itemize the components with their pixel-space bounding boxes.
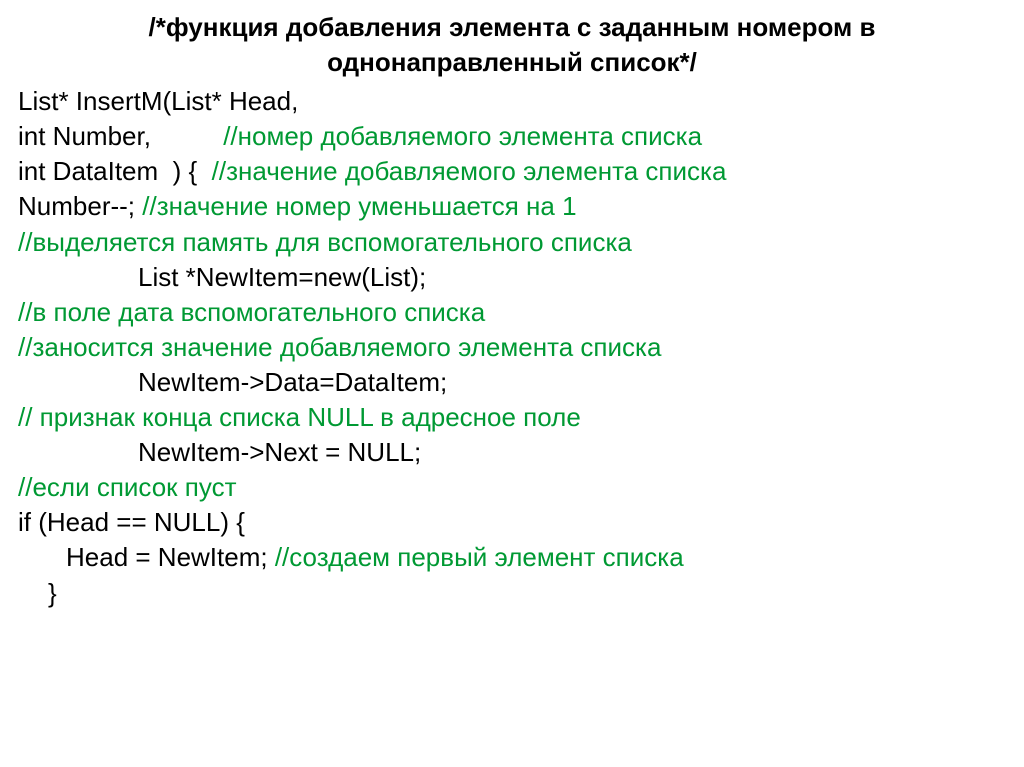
comment-text: //если список пуст bbox=[18, 472, 236, 502]
comment-text: //создаем первый элемент списка bbox=[275, 542, 684, 572]
header-line2: однонаправленный список*/ bbox=[327, 47, 697, 77]
code-text: NewItem->Next = NULL; bbox=[138, 437, 421, 467]
code-line-4: Number--; //значение номер уменьшается н… bbox=[18, 189, 1006, 224]
code-line-11: NewItem->Next = NULL; bbox=[18, 435, 1006, 470]
comment-text: // признак конца списка NULL в адресное … bbox=[18, 402, 581, 432]
code-text: int DataItem ) { bbox=[18, 156, 212, 186]
comment-text: //значение номер уменьшается на 1 bbox=[142, 191, 576, 221]
code-text: List* InsertM(List* Head, bbox=[18, 86, 298, 116]
code-line-12: //если список пуст bbox=[18, 470, 1006, 505]
code-line-9: NewItem->Data=DataItem; bbox=[18, 365, 1006, 400]
code-line-15: } bbox=[18, 576, 1006, 611]
comment-text: //в поле дата вспомогательного списка bbox=[18, 297, 485, 327]
header-line1: /*функция добавления элемента с заданным… bbox=[149, 12, 876, 42]
code-text: Head = NewItem; bbox=[66, 542, 275, 572]
code-text: } bbox=[48, 578, 57, 608]
code-text: Number--; bbox=[18, 191, 142, 221]
header-comment: /*функция добавления элемента с заданным… bbox=[18, 10, 1006, 80]
comment-text: //значение добавляемого элемента списка bbox=[212, 156, 727, 186]
code-text: List *NewItem=new(List); bbox=[138, 262, 426, 292]
code-line-5: //выделяется память для вспомогательного… bbox=[18, 225, 1006, 260]
code-text: if (Head == NULL) { bbox=[18, 507, 245, 537]
code-line-14: Head = NewItem; //создаем первый элемент… bbox=[18, 540, 1006, 575]
comment-text: //выделяется память для вспомогательного… bbox=[18, 227, 632, 257]
code-line-8: //заносится значение добавляемого элемен… bbox=[18, 330, 1006, 365]
code-line-10: // признак конца списка NULL в адресное … bbox=[18, 400, 1006, 435]
code-line-3: int DataItem ) { //значение добавляемого… bbox=[18, 154, 1006, 189]
code-line-6: List *NewItem=new(List); bbox=[18, 260, 1006, 295]
comment-text: //номер добавляемого элемента списка bbox=[223, 121, 702, 151]
comment-text: //заносится значение добавляемого элемен… bbox=[18, 332, 661, 362]
code-line-7: //в поле дата вспомогательного списка bbox=[18, 295, 1006, 330]
code-text: int Number, bbox=[18, 121, 223, 151]
code-line-1: List* InsertM(List* Head, bbox=[18, 84, 1006, 119]
code-line-13: if (Head == NULL) { bbox=[18, 505, 1006, 540]
code-line-2: int Number, //номер добавляемого элемент… bbox=[18, 119, 1006, 154]
code-text: NewItem->Data=DataItem; bbox=[138, 367, 447, 397]
